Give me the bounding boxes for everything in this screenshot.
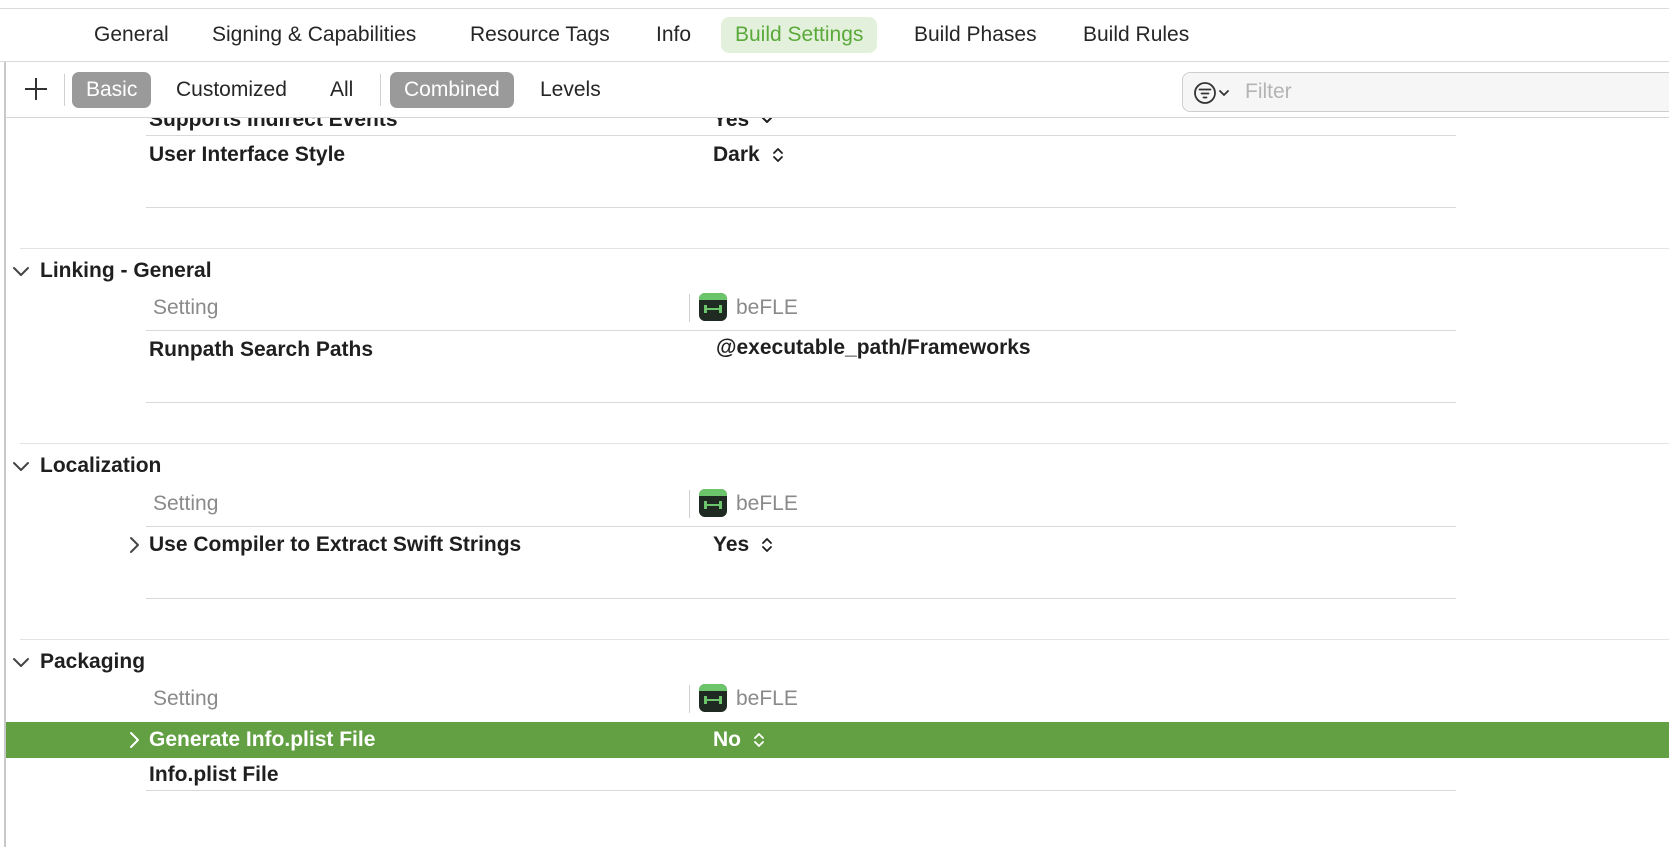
build-settings-list: Supports Indirect Events Yes User Interf…	[6, 118, 1669, 847]
setting-value-text: Yes	[713, 533, 750, 556]
stepper-icon	[772, 148, 783, 163]
selected-setting-row[interactable]: Generate Info.plist File No	[6, 722, 1669, 758]
chevron-down-icon[interactable]	[10, 456, 32, 478]
column-divider	[689, 294, 690, 322]
setting-value-text: Yes	[713, 118, 750, 131]
setting-value-use-compiler-extract-swift-strings[interactable]: Yes	[713, 533, 773, 557]
chevron-down-icon	[762, 118, 773, 124]
column-header-target[interactable]: beFLE	[736, 296, 798, 320]
customized-button[interactable]: Customized	[162, 72, 301, 108]
setting-value-runpath-search-paths[interactable]: @executable_path/Frameworks	[716, 336, 1031, 360]
tab-resource-tags[interactable]: Resource Tags	[456, 17, 624, 53]
setting-value-supports-indirect-events[interactable]: Yes	[713, 118, 773, 132]
row-divider	[146, 330, 1456, 331]
plus-icon[interactable]	[21, 74, 51, 104]
section-title-linking-general[interactable]: Linking - General	[40, 259, 212, 283]
combined-button[interactable]: Combined	[390, 72, 514, 108]
setting-name-generate-info-plist: Generate Info.plist File	[149, 728, 376, 751]
tab-signing-capabilities[interactable]: Signing & Capabilities	[198, 17, 430, 53]
tab-build-settings[interactable]: Build Settings	[721, 17, 878, 53]
app-target-icon	[699, 293, 727, 321]
setting-name-info-plist-file: Info.plist File	[149, 763, 279, 786]
column-header-setting: Setting	[153, 296, 219, 319]
setting-value-generate-info-plist[interactable]: No	[713, 728, 765, 752]
column-divider	[689, 490, 690, 518]
chevron-right-icon[interactable]	[123, 729, 145, 751]
toolbar-divider	[64, 74, 65, 106]
row-divider	[146, 402, 1456, 403]
setting-value-user-interface-style[interactable]: Dark	[713, 143, 784, 167]
setting-name-supports-indirect-events: Supports Indirect Events	[149, 118, 398, 131]
section-title-localization[interactable]: Localization	[40, 454, 161, 478]
column-header-target[interactable]: beFLE	[736, 687, 798, 711]
filter-icon[interactable]	[1193, 81, 1239, 105]
setting-value-text: Dark	[713, 143, 760, 166]
app-target-icon	[699, 684, 727, 712]
tab-build-rules[interactable]: Build Rules	[1069, 17, 1203, 53]
basic-button[interactable]: Basic	[72, 72, 152, 108]
toolbar-divider	[380, 74, 381, 106]
row-divider	[146, 790, 1456, 791]
editor-tab-bar: General Signing & Capabilities Resource …	[0, 9, 1669, 62]
row-divider	[146, 598, 1456, 599]
chevron-down-icon[interactable]	[10, 652, 32, 674]
levels-button[interactable]: Levels	[526, 72, 615, 108]
row-divider	[146, 135, 1456, 136]
row-divider	[146, 207, 1456, 208]
setting-name-use-compiler-extract-swift-strings: Use Compiler to Extract Swift Strings	[149, 533, 522, 556]
chevron-down-icon[interactable]	[10, 261, 32, 283]
tab-general[interactable]: General	[80, 17, 183, 53]
section-title-packaging[interactable]: Packaging	[40, 650, 145, 674]
build-settings-toolbar: Basic Customized All Combined Levels	[6, 62, 1669, 118]
section-divider	[20, 248, 1669, 249]
section-divider	[20, 639, 1669, 640]
app-target-icon	[699, 489, 727, 517]
stepper-icon	[762, 538, 772, 553]
setting-value-text: No	[713, 728, 741, 751]
tab-build-phases[interactable]: Build Phases	[900, 17, 1051, 53]
filter-input[interactable]	[1243, 77, 1667, 107]
setting-name-user-interface-style: User Interface Style	[149, 143, 346, 166]
filter-field[interactable]	[1182, 72, 1669, 112]
column-header-target[interactable]: beFLE	[736, 492, 798, 516]
row-divider	[146, 526, 1456, 527]
chevron-right-icon[interactable]	[123, 534, 145, 556]
setting-name-runpath-search-paths: Runpath Search Paths	[149, 338, 374, 361]
tab-info[interactable]: Info	[642, 17, 705, 53]
column-header-setting: Setting	[153, 492, 219, 515]
column-divider	[689, 685, 690, 713]
section-divider	[20, 443, 1669, 444]
column-header-setting: Setting	[153, 687, 219, 710]
stepper-icon	[753, 733, 764, 748]
all-button[interactable]: All	[316, 72, 367, 108]
